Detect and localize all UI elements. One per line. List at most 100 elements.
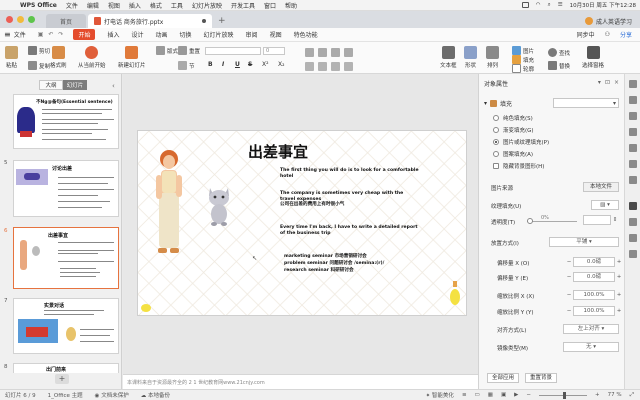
tab-file[interactable]: 文件 — [14, 30, 26, 39]
italic-button[interactable]: I — [222, 61, 224, 68]
pin-icon[interactable]: ⊡ — [605, 79, 610, 86]
slide-thumbnail[interactable]: 出门前来 — [13, 363, 119, 373]
animation-icon[interactable] — [629, 112, 637, 120]
cut-button[interactable]: 剪切 — [28, 46, 50, 55]
new-tab-button[interactable]: + — [214, 14, 230, 28]
reset-background-button[interactable]: 重置背景 — [525, 373, 558, 383]
fit-window-icon[interactable]: ⤢ — [630, 392, 634, 399]
collapse-panel-icon[interactable]: ‹ — [112, 82, 115, 90]
apply-all-button[interactable]: 全部应用 — [487, 373, 520, 383]
decrement-button[interactable]: − — [565, 308, 573, 314]
menu-edit[interactable]: 编辑 — [87, 1, 99, 10]
find-button[interactable]: 查找 — [548, 48, 570, 57]
play-icon[interactable]: ▶ — [514, 392, 518, 398]
underline-button[interactable]: U — [235, 61, 240, 68]
slide-thumbnail-selected[interactable]: 出差事宜 — [13, 227, 119, 289]
scale-y-stepper[interactable]: −100.0% + — [565, 306, 623, 316]
offset-x-stepper[interactable]: −0.0磅 + — [565, 257, 623, 267]
layout-button[interactable]: 版式 — [156, 46, 178, 55]
zoom-slider-knob[interactable] — [563, 391, 566, 399]
redo-icon[interactable]: ↷ — [58, 31, 63, 38]
slide-thumbnail[interactable]: 不Ng@备句(Essential sentence) — [13, 94, 119, 149]
menu-help[interactable]: 帮助 — [285, 1, 297, 10]
menu-window[interactable]: 窗口 — [264, 1, 276, 10]
fill-panel-icon[interactable] — [629, 202, 637, 210]
strikethrough-button[interactable]: S — [248, 61, 252, 68]
slide-thumbnail[interactable]: 实景对话 — [13, 298, 119, 354]
indent-icon[interactable] — [331, 48, 340, 57]
stepper-arrows-icon[interactable]: ⇕ — [611, 217, 619, 223]
minimize-window-button[interactable] — [17, 16, 24, 23]
outline-button[interactable]: 轮廓 — [512, 64, 534, 73]
transition-icon[interactable] — [629, 128, 637, 136]
slider-knob[interactable] — [527, 218, 533, 224]
align-select[interactable]: 左上对齐 ▾ — [563, 324, 619, 334]
slide-paragraph-1[interactable]: The first thing you will do is to look f… — [280, 168, 420, 179]
save-icon[interactable]: ▣ — [38, 31, 44, 38]
settings-icon[interactable] — [629, 144, 637, 152]
current-slide[interactable]: 出差事宜 The first thing you will do is to l… — [137, 130, 467, 316]
screen-icon[interactable] — [521, 2, 529, 8]
share-icon[interactable] — [629, 160, 637, 168]
style-icon[interactable] — [629, 96, 637, 104]
slide-paragraph-3[interactable]: Every time I'm back, I have to write a d… — [280, 225, 420, 236]
slide-title[interactable]: 出差事宜 — [248, 141, 308, 162]
undo-icon[interactable]: ↶ — [48, 31, 53, 38]
decrement-button[interactable]: − — [565, 292, 573, 298]
properties-icon[interactable] — [629, 80, 637, 88]
apple-icon[interactable] — [4, 1, 12, 9]
decrement-button[interactable]: − — [565, 259, 573, 265]
local-file-button[interactable]: 本地文件 — [583, 182, 619, 192]
offset-y-stepper[interactable]: −0.0磅 + — [565, 272, 623, 282]
clock[interactable]: 10月30日 周五 下午12:28 — [570, 1, 636, 9]
format-painter-button[interactable]: 格式刷 — [50, 46, 67, 69]
tab-slideshow[interactable]: 幻灯片放映 — [204, 30, 234, 39]
placement-select[interactable]: 平铺 ▾ — [549, 237, 619, 247]
new-slide-button[interactable]: 新建幻灯片 — [118, 46, 146, 69]
zoom-level[interactable]: 77 % — [608, 392, 622, 398]
increment-button[interactable]: + — [615, 274, 623, 280]
superscript-button[interactable]: X² — [262, 61, 269, 68]
align-right-icon[interactable] — [331, 62, 340, 71]
scale-y-input[interactable]: 100.0% — [573, 306, 615, 316]
tab-start[interactable]: 开始 — [73, 29, 96, 40]
app-menu[interactable]: WPS Office — [20, 2, 57, 9]
scale-x-input[interactable]: 100.0% — [573, 290, 615, 300]
font-name-select[interactable] — [205, 47, 261, 55]
dropdown-icon[interactable]: ▾ — [598, 79, 601, 86]
menu-view[interactable]: 视图 — [108, 1, 120, 10]
sync-status[interactable]: 同步中 — [577, 30, 595, 39]
zoom-in-icon[interactable]: + — [595, 392, 600, 398]
document-protect-status[interactable]: ◉ 文档未保护 — [95, 391, 129, 399]
slide-bullet-list[interactable]: marketing seminar 市场营销研讨会 problem semina… — [284, 253, 384, 274]
copy-button[interactable]: 复制 — [28, 61, 50, 70]
offset-y-input[interactable]: 0.0磅 — [573, 272, 615, 282]
tab-features[interactable]: 特色功能 — [294, 30, 318, 39]
share-button[interactable]: 分享 — [620, 30, 632, 39]
tab-outline[interactable]: 大纲 — [39, 80, 63, 90]
tab-document[interactable]: 打电话 商务旅行.pptx — [88, 14, 212, 28]
menu-format[interactable]: 格式 — [150, 1, 162, 10]
reset-button[interactable]: 重置 — [178, 46, 200, 55]
wifi-icon[interactable]: ◠ — [536, 2, 541, 8]
close-window-button[interactable] — [6, 16, 13, 23]
fill-option-hide-bg[interactable]: 隐藏背景图形(H) — [493, 162, 544, 170]
increment-button[interactable]: + — [615, 308, 623, 314]
fill-option-gradient[interactable]: 渐变填充(G) — [493, 126, 534, 134]
unsaved-dot-icon[interactable] — [202, 19, 206, 23]
transparency-input[interactable] — [583, 215, 611, 225]
increment-button[interactable]: + — [615, 259, 623, 265]
zoom-window-button[interactable] — [28, 16, 35, 23]
offset-x-input[interactable]: 0.0磅 — [573, 257, 615, 267]
select-pane-button[interactable]: 选择窗格 — [582, 46, 604, 69]
line-spacing-icon[interactable] — [344, 48, 353, 57]
user-account[interactable]: 成人英语学习 — [584, 14, 640, 28]
tab-design[interactable]: 设计 — [131, 30, 143, 39]
tab-view[interactable]: 视图 — [270, 30, 282, 39]
tab-insert[interactable]: 插入 — [107, 30, 119, 39]
tab-transition[interactable]: 切换 — [180, 30, 192, 39]
fill-color-select[interactable]: ▾ — [553, 98, 619, 108]
fill-button[interactable]: 填充 — [512, 55, 534, 64]
subscript-button[interactable]: X₂ — [278, 61, 285, 68]
picture-button[interactable]: 图片 — [512, 46, 534, 55]
